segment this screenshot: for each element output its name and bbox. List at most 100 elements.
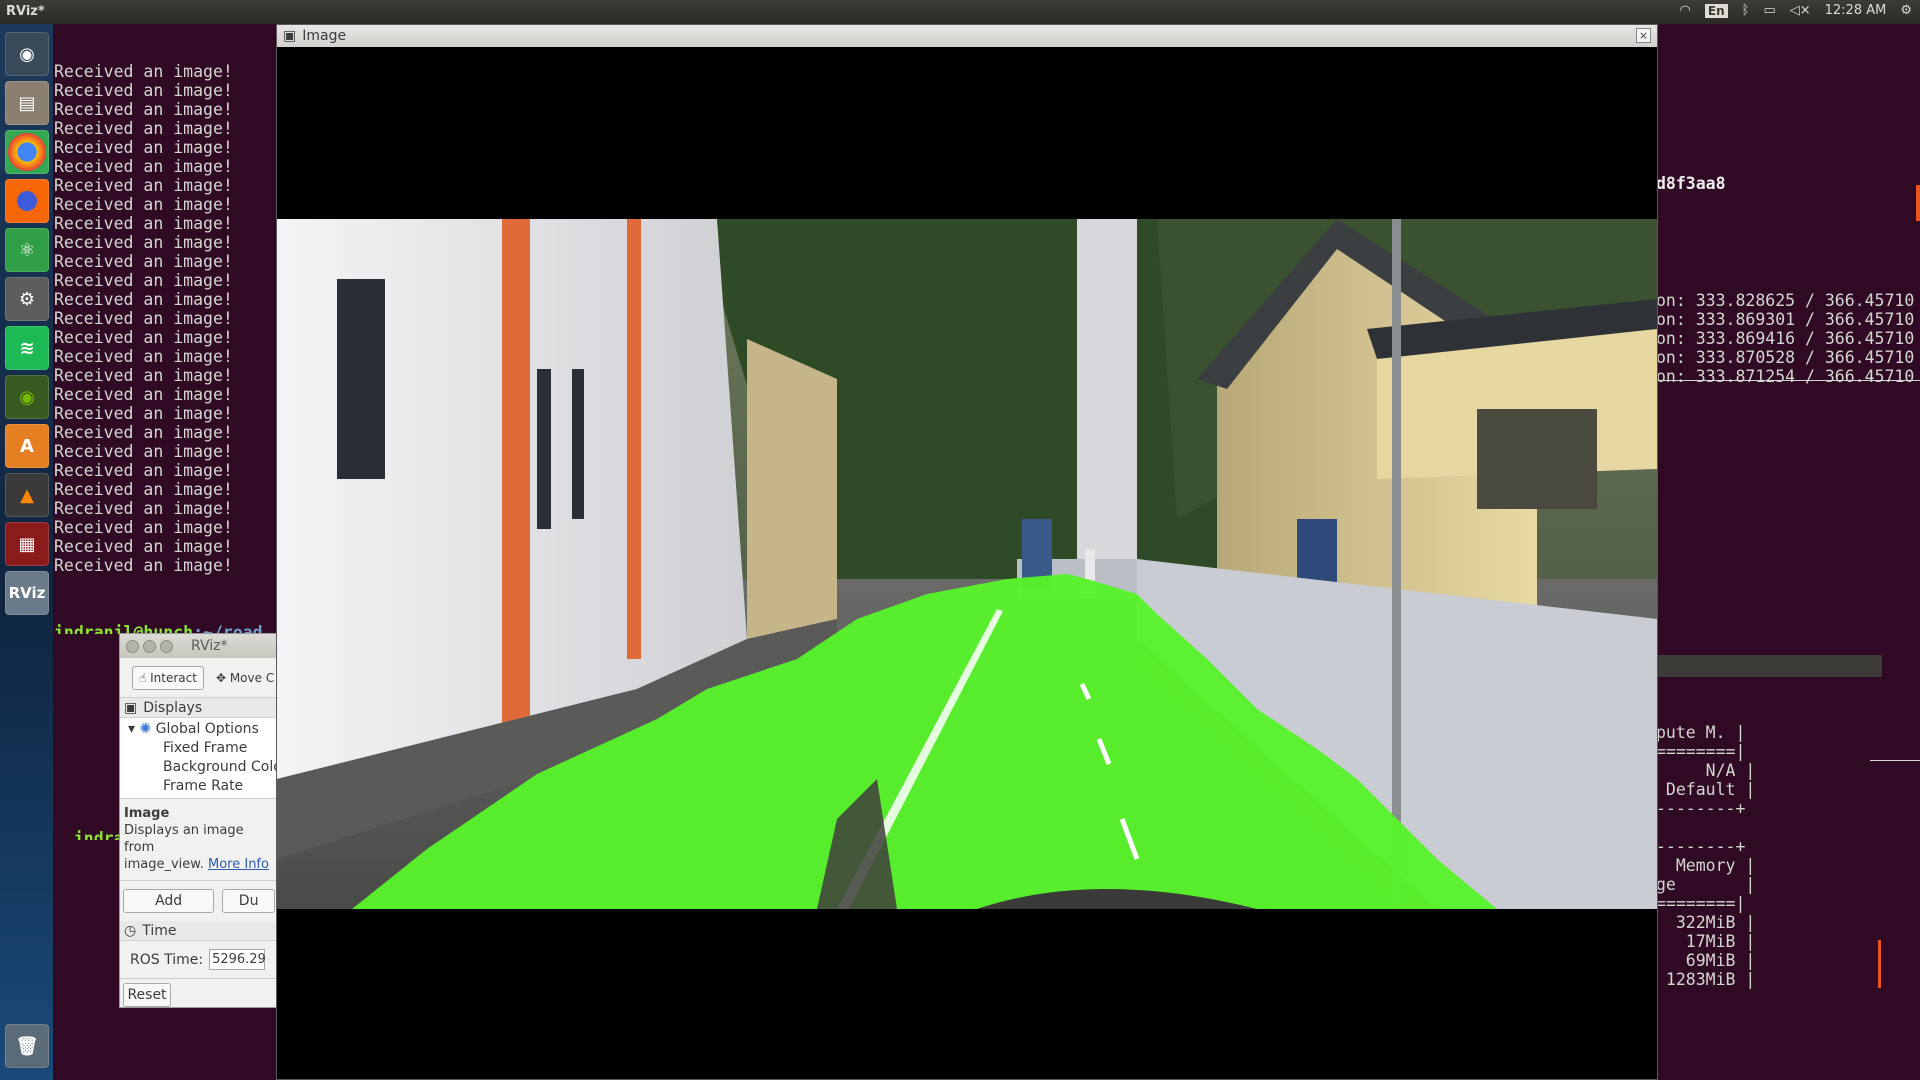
terminal-line: ========| [1656, 894, 1746, 913]
firefox-icon[interactable] [5, 179, 49, 223]
description-text: Displays an image from [124, 823, 244, 855]
terminal-line: Received an image! [54, 176, 233, 195]
tree-item-frame-rate[interactable]: Frame Rate [120, 777, 278, 796]
terminal-line: Received an image! [54, 347, 233, 366]
time-header: ◷ Time [120, 921, 278, 941]
terminal-line: Received an image! [54, 480, 233, 499]
terminal-line: pute M. | [1656, 723, 1746, 742]
terminal-line: Default | [1656, 780, 1756, 799]
hand-icon: ☝ [139, 670, 151, 685]
reset-button[interactable]: Reset [123, 983, 171, 1007]
terminal-line: Received an image! [54, 404, 233, 423]
tree-item-fixed-frame[interactable]: Fixed Frame [120, 739, 278, 758]
terminal-left[interactable]: Received an image! Received an image! Rece… [54, 24, 274, 634]
vlc-icon[interactable]: ▲ [5, 473, 49, 517]
maximize-icon[interactable] [160, 639, 173, 653]
ubuntu-icon[interactable]: ◉ [5, 32, 49, 76]
display-description: Image Displays an image from image_view.… [120, 799, 278, 881]
divider [1870, 760, 1920, 761]
terminal-line: --------+ [1656, 989, 1882, 990]
rviz-toolbar: ☝ Interact ✥ Move C [120, 658, 278, 698]
gear-icon[interactable]: ⚙ [1900, 3, 1912, 18]
right-building [1077, 219, 1137, 579]
terminal-line: Received an image! [54, 461, 233, 480]
clock[interactable]: 12:28 AM [1825, 3, 1887, 18]
window [337, 279, 385, 479]
image-window-titlebar[interactable]: ▣ Image × [277, 25, 1657, 47]
keyboard-layout-indicator[interactable]: En [1704, 3, 1728, 18]
terminal-line: on: 333.869301 / 366.45710 [1656, 310, 1915, 329]
terminal-line: Received an image! [54, 442, 233, 461]
terminal-line: Received an image! [54, 423, 233, 442]
spotify-icon[interactable]: ≋ [5, 326, 49, 370]
rviz-window: RViz* ☝ Interact ✥ Move C ▣ Displays ▾ ✺ … [119, 633, 279, 1008]
interact-button[interactable]: ☝ Interact [132, 665, 204, 690]
terminal-left-lower[interactable]: indrani [54, 810, 124, 840]
close-icon[interactable]: × [1636, 28, 1651, 43]
active-app-title: RViz* [6, 4, 45, 19]
close-icon[interactable] [126, 639, 139, 653]
rviz-icon[interactable]: RViz [5, 571, 49, 615]
chevron-down-icon[interactable]: ▾ [128, 721, 139, 737]
minimize-icon[interactable] [143, 639, 156, 653]
displays-label: Displays [143, 699, 203, 716]
move-icon: ✥ [215, 670, 230, 685]
terminal-line: Received an image! [54, 214, 233, 233]
atom-icon[interactable]: ⚛ [5, 228, 49, 272]
terminal-line: Received an image! [54, 233, 233, 252]
displays-header: ▣ Displays [120, 698, 278, 718]
chrome-icon[interactable] [5, 130, 49, 174]
terminal-line: Received an image! [54, 195, 233, 214]
terminal-line: Received an image! [54, 252, 233, 271]
terminal-line: --------+ [1656, 799, 1746, 818]
bluetooth-icon[interactable]: ᛒ [1742, 3, 1750, 18]
terminal-line: Received an image! [54, 290, 233, 309]
image-view-window: ▣ Image × [276, 24, 1658, 1080]
terminal-line: 322MiB | [1656, 913, 1756, 932]
terminal-line: Received an image! [54, 518, 233, 537]
terminal-line: Received an image! [54, 119, 233, 138]
divider [1656, 380, 1920, 381]
duplicate-button[interactable]: Du [222, 889, 275, 913]
top-panel: RViz* ◠ En ᛒ ▭ ◁× 12:28 AM ⚙ [0, 0, 1920, 24]
terminal-nvidia-smi[interactable]: pute M. | ========| N/A | Default | ------… [1656, 655, 1882, 990]
nvidia-icon[interactable]: ◉ [5, 375, 49, 419]
terminal-line: Received an image! [54, 366, 233, 385]
tree-item-global-options[interactable]: ▾ ✺ Global Options [120, 720, 278, 739]
settings-icon[interactable]: ⚙ [5, 277, 49, 321]
software-center-icon[interactable]: A [5, 424, 49, 468]
terminal-line: N/A | [1656, 761, 1756, 780]
terminal-line: Received an image! [54, 138, 233, 157]
launcher: ◉ ▤ ⚛ ⚙ ≋ ◉ A ▲ ▦ RViz 🗑 [0, 24, 54, 1080]
ros-time-field[interactable]: 5296.29 [209, 949, 266, 970]
lamp-post [1392, 219, 1401, 909]
add-button[interactable]: Add [123, 889, 215, 913]
window [572, 369, 584, 519]
files-icon[interactable]: ▤ [5, 81, 49, 125]
volume-icon[interactable]: ◁× [1790, 3, 1811, 18]
terminal-line: 1283MiB | [1656, 970, 1756, 989]
wifi-icon[interactable]: ◠ [1680, 3, 1691, 18]
more-info-link[interactable]: More Info [208, 857, 269, 872]
terminal-right[interactable]: d8f3aa8 on: 333.828625 / 366.45710 on: 33… [1656, 24, 1920, 384]
terminal-line: Received an image! [54, 81, 233, 100]
display-buttons: Add Du [120, 881, 278, 921]
rviz-titlebar[interactable]: RViz* [120, 634, 278, 658]
terminal-output: on: 333.828625 / 366.45710 on: 333.869301… [1656, 291, 1920, 384]
terminal-line: Received an image! [54, 309, 233, 328]
terminal-line: on: 333.871254 / 366.45710 [1656, 367, 1915, 384]
trash-icon[interactable]: 🗑 [5, 1024, 49, 1068]
terminal-line: Received an image! [54, 271, 233, 290]
battery-icon[interactable]: ▭ [1763, 3, 1775, 18]
terminal-line: on: 333.828625 / 366.45710 [1656, 291, 1915, 310]
move-camera-button[interactable]: ✥ Move C [210, 667, 278, 689]
scroll-marker [1916, 185, 1920, 221]
terminal-line: ========| [1656, 742, 1746, 761]
workspace-icon[interactable]: ▦ [5, 522, 49, 566]
globe-icon: ✺ [139, 721, 156, 737]
terminal-line: on: 333.869416 / 366.45710 [1656, 329, 1915, 348]
tree-item-background[interactable]: Background Colo [120, 758, 278, 777]
global-options-label: Global Options [155, 721, 259, 737]
scroll-marker [1878, 940, 1881, 988]
displays-tree: ▾ ✺ Global Options Fixed Frame Backgroun… [120, 718, 278, 799]
